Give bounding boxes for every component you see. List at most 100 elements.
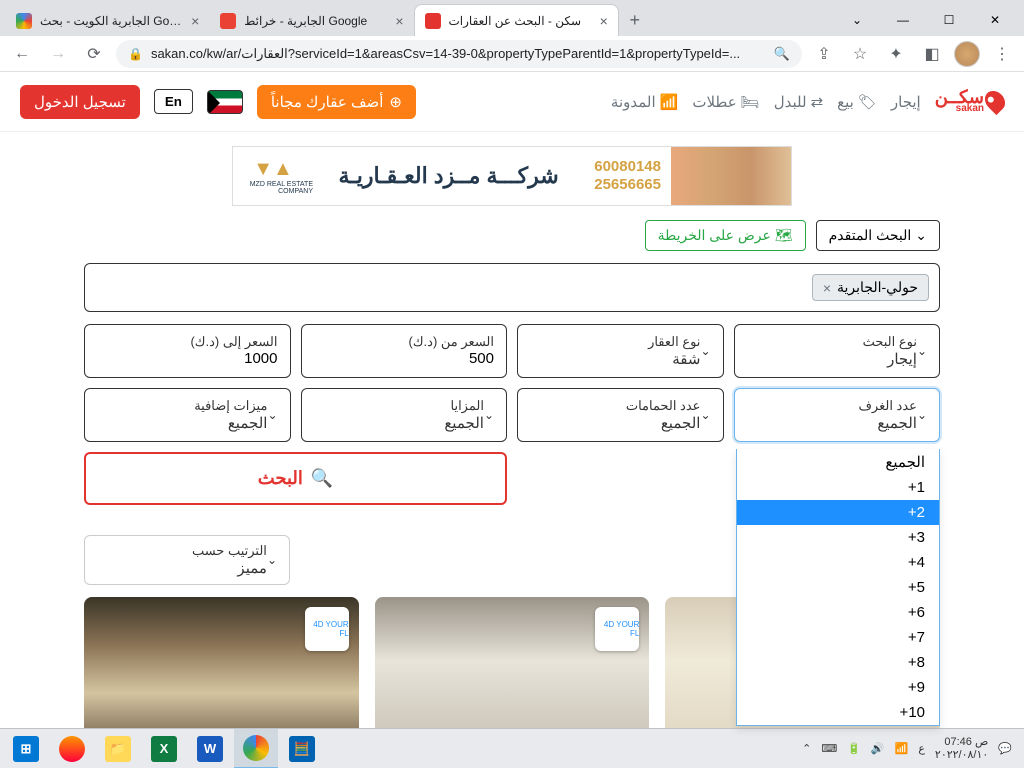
site-header: سكــنsakan إيجار 🏷بيع ⇄للبدل 🛏عطلات 📶الم…: [0, 72, 1024, 132]
browser-tab[interactable]: الجابرية الكويت - بحث Google ×: [5, 4, 210, 36]
menu-icon[interactable]: ⋮: [988, 40, 1016, 68]
start-button[interactable]: ⊞: [4, 729, 48, 768]
remove-tag-icon[interactable]: ×: [823, 280, 831, 296]
map-icon: 🗺: [775, 227, 793, 244]
rooms-option[interactable]: 6+: [737, 600, 939, 625]
nav-sale[interactable]: 🏷بيع: [837, 93, 877, 111]
browser-tab-active[interactable]: سكن - البحث عن العقارات ×: [414, 4, 619, 36]
rooms-option[interactable]: 5+: [737, 575, 939, 600]
back-button[interactable]: ←: [8, 40, 36, 68]
add-property-button[interactable]: ⊕أضف عقارك مجاناً: [257, 85, 416, 119]
chevron-down-icon: ⌄: [700, 408, 710, 422]
plus-circle-icon: ⊕: [389, 93, 402, 111]
rooms-option[interactable]: 3+: [737, 525, 939, 550]
search-in-page-icon[interactable]: 🔍: [774, 46, 790, 62]
banner-phones: 60080148 25656665: [584, 154, 671, 198]
tab-title: سكن - البحث عن العقارات: [449, 14, 592, 28]
tray-keyboard-icon[interactable]: ⌨: [821, 742, 837, 755]
banner-image: [671, 147, 791, 205]
share-icon[interactable]: ⇪: [810, 40, 838, 68]
search-icon: 🔍: [311, 468, 333, 489]
google-favicon: [16, 13, 32, 29]
filter-price-from[interactable]: السعر من (د.ك): [301, 324, 508, 378]
windows-taskbar: ⊞ 📁 X W 🧮 ⌃ ⌨ 🔋 🔊 📶 ع 07:46 ص ٢٠٢٢/٠٨/١٠…: [0, 728, 1024, 768]
forward-button[interactable]: →: [44, 40, 72, 68]
country-flag-kw[interactable]: [207, 90, 243, 114]
system-tray[interactable]: ⌃ ⌨ 🔋 🔊 📶 ع 07:46 ص ٢٠٢٢/٠٨/١٠ 💬: [794, 736, 1020, 760]
tray-language[interactable]: ع: [918, 742, 925, 755]
tray-wifi-icon[interactable]: 📶: [895, 742, 909, 755]
rooms-option[interactable]: 4+: [737, 550, 939, 575]
rooms-option[interactable]: 1+: [737, 475, 939, 500]
chevron-down-icon: ⌄: [700, 344, 710, 358]
window-min-icon[interactable]: ⌄: [834, 4, 880, 36]
tray-overflow-icon[interactable]: ⌃: [802, 742, 811, 755]
rooms-option[interactable]: 2+: [737, 500, 939, 525]
filter-bathrooms[interactable]: ⌄ عدد الحماماتالجميع: [517, 388, 724, 442]
profile-avatar[interactable]: [954, 41, 980, 67]
tray-clock[interactable]: 07:46 ص ٢٠٢٢/٠٨/١٠: [935, 736, 988, 760]
chevron-down-icon: ⌄: [267, 408, 277, 422]
area-tags-box[interactable]: حولي-الجابرية ×: [84, 263, 940, 312]
language-button[interactable]: En: [154, 89, 193, 114]
filter-features[interactable]: ⌄ المزاياالجميع: [301, 388, 508, 442]
lock-icon: 🔒: [128, 47, 143, 61]
nav-blog[interactable]: 📶المدونة: [611, 93, 678, 111]
nav-exchange[interactable]: ⇄للبدل: [774, 93, 823, 111]
reload-button[interactable]: ⟳: [80, 40, 108, 68]
rooms-option[interactable]: 10+: [737, 700, 939, 725]
taskbar-chrome[interactable]: [234, 729, 278, 768]
ad-banner-area: 60080148 25656665 شركـــة مــزد العـقـار…: [0, 132, 1024, 220]
filter-property-type[interactable]: ⌄ نوع العقارشقة: [517, 324, 724, 378]
url-input[interactable]: 🔒 sakan.co/kw/ar/العقارات?serviceId=1&ar…: [116, 40, 802, 68]
bed-icon: 🛏: [741, 93, 760, 111]
price-to-input[interactable]: [97, 350, 278, 367]
search-button[interactable]: 🔍البحث: [84, 452, 507, 505]
taskbar-explorer[interactable]: 📁: [96, 729, 140, 768]
ad-banner[interactable]: 60080148 25656665 شركـــة مــزد العـقـار…: [232, 146, 792, 206]
taskbar-word[interactable]: W: [188, 729, 232, 768]
rooms-option[interactable]: 9+: [737, 675, 939, 700]
rooms-dropdown[interactable]: الجميع1+2+3+4+5+6+7+8+9+10+: [736, 449, 940, 726]
tab-title: الجابرية الكويت - بحث Google: [40, 14, 183, 28]
bookmark-icon[interactable]: ☆: [846, 40, 874, 68]
tab-close-icon[interactable]: ×: [191, 13, 199, 29]
rooms-option[interactable]: 7+: [737, 625, 939, 650]
browser-tab[interactable]: الجابرية - خرائط Google ×: [209, 4, 414, 36]
rooms-option[interactable]: 8+: [737, 650, 939, 675]
rooms-option[interactable]: الجميع: [737, 449, 939, 475]
area-tag[interactable]: حولي-الجابرية ×: [812, 274, 929, 301]
nav-vacations[interactable]: 🛏عطلات: [692, 93, 759, 111]
window-maximize-icon[interactable]: ☐: [926, 4, 972, 36]
tag-icon: 🏷: [858, 93, 877, 111]
filter-search-type[interactable]: ⌄ نوع البحثإيجار: [734, 324, 941, 378]
advanced-search-button[interactable]: ⌄البحث المتقدم: [816, 220, 940, 251]
login-button[interactable]: تسجيل الدخول: [20, 85, 140, 119]
sort-dropdown[interactable]: ⌄ الترتيب حسبمميز: [84, 535, 290, 585]
new-tab-button[interactable]: +: [619, 4, 651, 36]
chevron-down-icon: ⌄: [915, 227, 927, 244]
banner-company-name: شركـــة مــزد العـقـاريـة: [313, 163, 584, 189]
filter-price-to[interactable]: السعر إلى (د.ك): [84, 324, 291, 378]
taskbar-firefox[interactable]: [50, 729, 94, 768]
map-view-button[interactable]: 🗺عرض على الخريطة: [645, 220, 806, 251]
taskbar-excel[interactable]: X: [142, 729, 186, 768]
tray-battery-icon[interactable]: 🔋: [847, 742, 861, 755]
exchange-icon: ⇄: [811, 93, 824, 111]
tray-notifications-icon[interactable]: 💬: [998, 742, 1012, 755]
tab-close-icon[interactable]: ×: [395, 13, 403, 29]
price-from-input[interactable]: [314, 350, 495, 367]
browser-tabs-bar: الجابرية الكويت - بحث Google × الجابرية …: [0, 0, 1024, 36]
nav-rent[interactable]: إيجار: [891, 93, 921, 111]
tab-close-icon[interactable]: ×: [600, 13, 608, 29]
tray-volume-icon[interactable]: 🔊: [871, 742, 885, 755]
window-minimize-icon[interactable]: —: [880, 4, 926, 36]
extensions-icon[interactable]: ✦: [882, 40, 910, 68]
sidepanel-icon[interactable]: ◧: [918, 40, 946, 68]
agency-badge: 4D YOUR FL: [305, 607, 349, 651]
window-close-icon[interactable]: ✕: [972, 4, 1018, 36]
filter-rooms[interactable]: ⌄ عدد الغرفالجميع الجميع1+2+3+4+5+6+7+8+…: [734, 388, 941, 442]
filter-extras[interactable]: ⌄ ميزات إضافيةالجميع: [84, 388, 291, 442]
taskbar-calculator[interactable]: 🧮: [280, 729, 324, 768]
site-logo[interactable]: سكــنsakan: [935, 90, 1004, 112]
